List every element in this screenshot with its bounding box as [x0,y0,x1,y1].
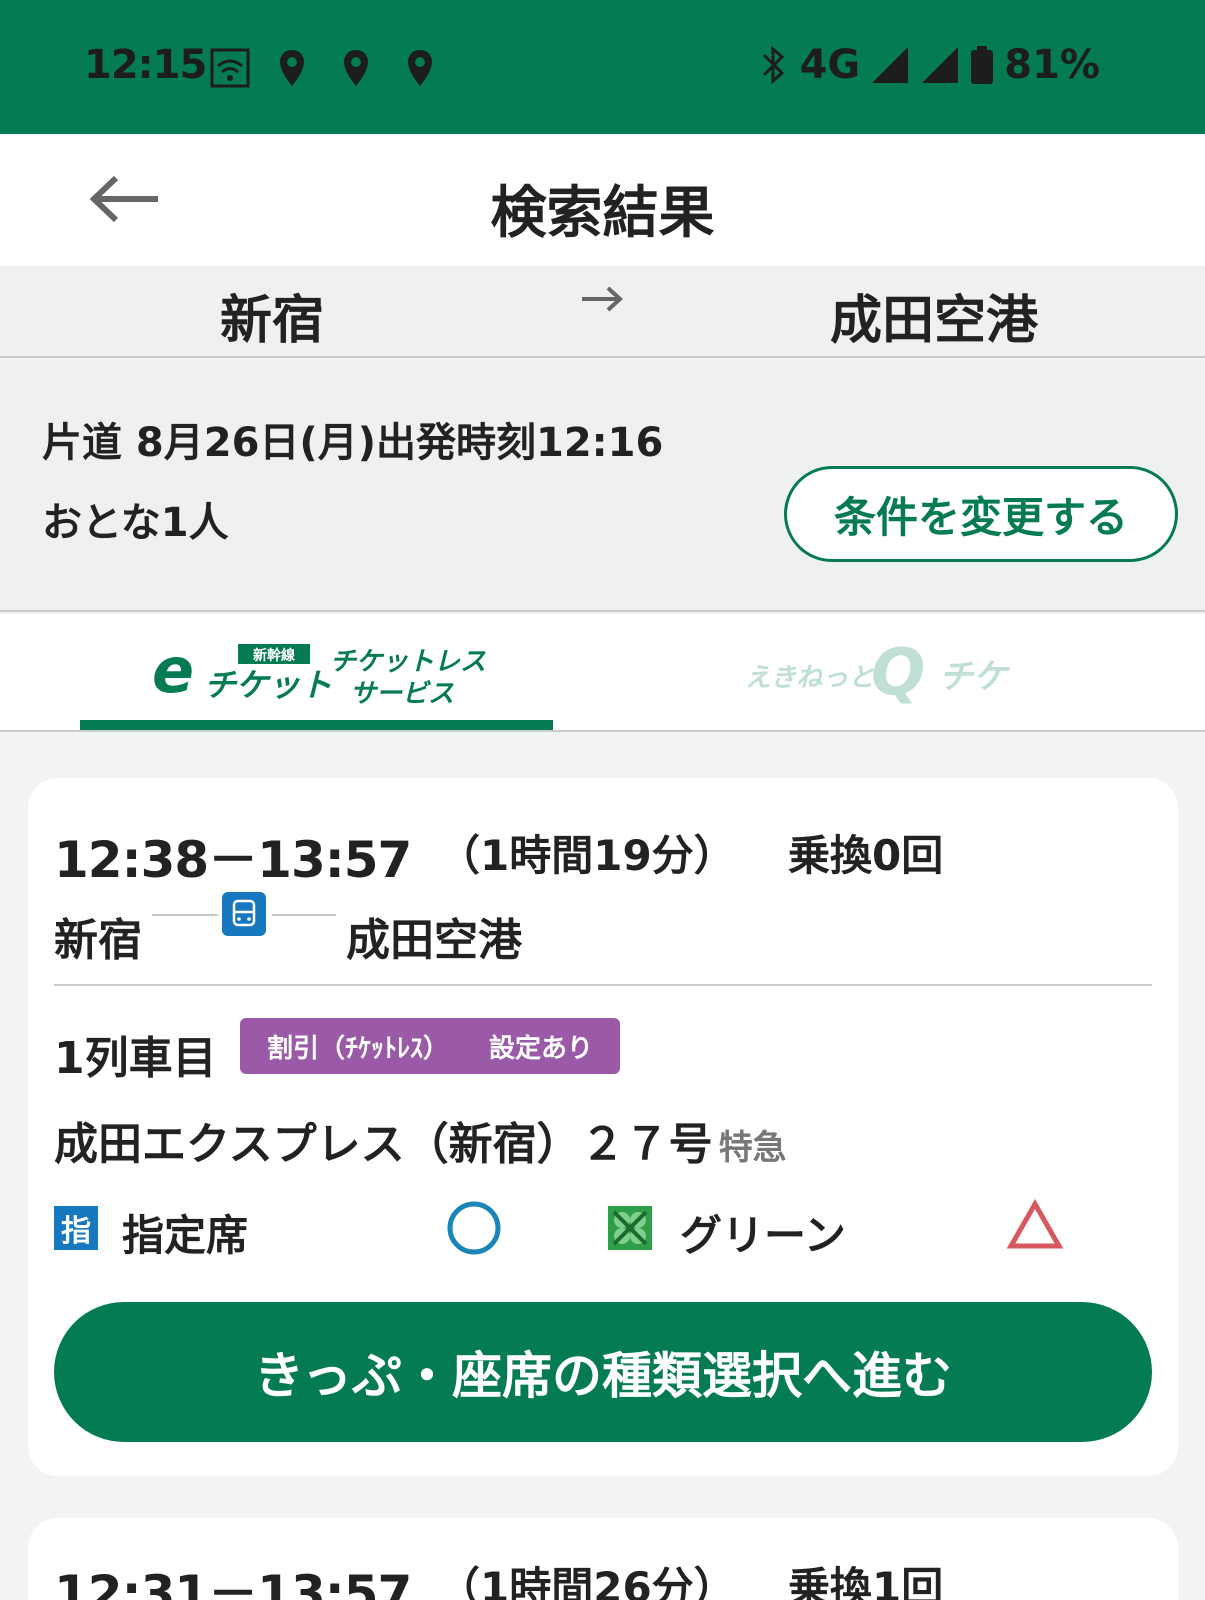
logo-qtike-text: チケ [939,657,1010,697]
logo-shinkansen-text: 新幹線 [253,647,295,664]
arrow-right-icon [582,286,623,312]
proceed-seat-selection-button[interactable]: きっぷ・座席の種類選択へ進む [54,1302,1152,1442]
location-icon [280,50,304,86]
wifi-calling-icon [210,48,250,88]
signal-icon [872,47,909,83]
station-from: 新宿 [54,915,142,966]
reserved-seat-icon: 指 [54,1206,98,1250]
route-to: 成田空港 [830,291,1039,351]
train-name: 成田エクスプレス（新宿）２７号 特急 [54,1108,787,1172]
logo-ekinet-text: えきねっと [745,663,874,693]
route-line [272,914,336,916]
svg-text:e: e [152,634,194,707]
discount-badge: 割引（ﾁｹｯﾄﾚｽ） 設定あり [240,1018,620,1074]
departure-arrival-times: 12:38－13:57 [54,831,412,889]
logo-ticketless-text: チケットレス [330,647,486,677]
reserved-seat-label: 指定席 [122,1211,249,1260]
active-tab-indicator [80,720,553,730]
train-order-label: 1列車目 [54,1033,217,1084]
station-to: 成田空港 [346,915,522,966]
status-right: 4G 81% [756,42,1100,88]
green-car-clover-icon [608,1206,652,1250]
battery-percent: 81% [1004,42,1100,88]
departure-arrival-times: 12:31－13:57 [54,1565,412,1600]
result-card: 12:31－13:57 （1時間26分） 乗換1回 [28,1518,1178,1600]
bluetooth-icon [762,45,784,85]
logo-ticket-text: チケット [204,666,332,704]
status-bar: 12:15 4G 81% [0,0,1205,134]
ticket-service-tabs: e 新幹線 チケット チケットレス サービス えきねっと Q チケ [0,614,1205,732]
search-conditions: 片道 8月26日(月)出発時刻12:16 おとな1人 条件を変更する [0,360,1205,612]
battery-icon [971,46,994,84]
discount-badge-label: 割引（ﾁｹｯﾄﾚｽ） [266,1033,449,1064]
divider [54,984,1152,986]
signal-icon [922,47,959,83]
status-time: 12:15 [84,42,207,88]
trip-duration: （1時間19分） [438,831,736,880]
route-from: 新宿 [220,291,325,351]
route-line [152,914,218,916]
change-conditions-button[interactable]: 条件を変更する [784,466,1178,562]
availability-circle-icon [447,1201,501,1255]
e-ticket-logo: e 新幹線 チケット チケットレス サービス [152,634,486,709]
availability-triangle-icon [1006,1198,1064,1249]
app-header: 検索結果 [0,134,1205,266]
route-bar: 新宿 成田空港 [0,266,1205,358]
trip-duration: （1時間26分） [438,1563,736,1600]
train-name-text: 成田エクスプレス（新宿）２７号 [54,1119,713,1170]
tab-q-ticket[interactable]: えきねっと Q チケ [610,614,1162,730]
trip-date-time: 片道 8月26日(月)出発時刻12:16 [42,420,664,466]
tab-e-ticket[interactable]: e 新幹線 チケット チケットレス サービス [60,614,612,730]
transfer-count: 乗換0回 [788,831,944,880]
location-icon [344,50,368,86]
logo-service-text: サービス [350,679,454,709]
train-icon [222,892,266,936]
q-ticket-logo: えきねっと Q チケ [745,636,1010,710]
network-type: 4G [799,42,861,88]
location-icon [408,50,432,86]
page-title: 検索結果 [490,181,715,246]
passenger-count: おとな1人 [42,500,229,546]
train-type: 特急 [718,1128,787,1168]
green-seat-label: グリーン [680,1211,846,1260]
result-card: 12:38－13:57 （1時間19分） 乗換0回 新宿 成田空港 1列車目 割… [28,778,1178,1476]
transfer-count: 乗換1回 [788,1563,944,1600]
discount-badge-status: 設定あり [489,1033,594,1064]
logo-q-mark: Q [871,636,925,710]
